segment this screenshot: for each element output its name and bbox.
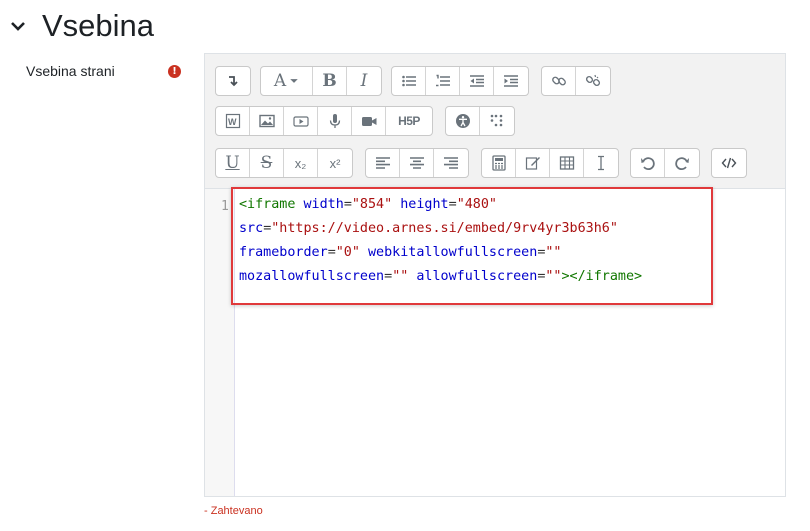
redo-icon (675, 157, 689, 170)
special-character-button[interactable] (516, 149, 550, 177)
word-icon: W (225, 113, 240, 129)
align-right-icon (444, 157, 458, 169)
paragraph-styles-button[interactable]: A (261, 67, 313, 95)
code-icon (721, 157, 737, 169)
subscript-button[interactable]: x₂ (284, 149, 318, 177)
braille-icon (490, 114, 503, 127)
required-note: - Zahtevano (204, 505, 263, 517)
superscript-icon: x² (329, 155, 341, 171)
toolbar-group-insert (481, 148, 619, 178)
field-label: Vsebina strani (26, 63, 115, 79)
toolbar-group-style: A B I (260, 66, 382, 96)
edit-icon (525, 157, 540, 170)
highlight-annotation-box (231, 187, 713, 305)
toolbar-group-accessibility (445, 106, 515, 136)
indent-icon (504, 75, 518, 87)
subscript-icon: x₂ (294, 155, 307, 171)
ordered-list-button[interactable] (426, 67, 460, 95)
unlink-icon (585, 74, 601, 87)
italic-icon: I (360, 71, 368, 91)
bold-button[interactable]: B (313, 67, 347, 95)
link-button[interactable] (542, 67, 576, 95)
unlink-button[interactable] (576, 67, 610, 95)
microphone-icon (329, 114, 340, 128)
line-number: 1 (221, 199, 229, 214)
link-icon (551, 76, 566, 86)
toolbar-group-html (711, 148, 747, 178)
accessibility-icon (455, 114, 470, 128)
section-title: Vsebina (42, 8, 155, 43)
html-source-button[interactable] (712, 149, 746, 177)
video-camera-icon (361, 117, 376, 126)
outdent-button[interactable] (460, 67, 494, 95)
caret-down-icon (290, 79, 298, 83)
undo-icon (640, 157, 655, 170)
image-button[interactable] (250, 107, 284, 135)
align-center-button[interactable] (400, 149, 434, 177)
underline-button[interactable]: U (216, 149, 250, 177)
align-left-button[interactable] (366, 149, 400, 177)
screenreader-helper-button[interactable] (480, 107, 514, 135)
required-icon: ! (168, 65, 181, 78)
align-right-button[interactable] (434, 149, 468, 177)
superscript-button[interactable]: x² (318, 149, 352, 177)
unordered-list-button[interactable] (392, 67, 426, 95)
section-header[interactable]: Vsebina (8, 6, 154, 46)
undo-button[interactable] (631, 149, 665, 177)
strikethrough-icon: S (260, 153, 273, 173)
align-center-icon (409, 157, 424, 169)
record-video-button[interactable] (352, 107, 386, 135)
toolbar-group-history (630, 148, 700, 178)
accessibility-checker-button[interactable] (446, 107, 480, 135)
table-button[interactable] (550, 149, 584, 177)
toolbar-group-media: W H5P (215, 106, 433, 136)
h5p-icon: H5P (398, 114, 420, 128)
outdent-icon (469, 75, 484, 87)
toolbar-group-format: U S x₂ x² (215, 148, 353, 178)
toolbar-toggle-button[interactable] (216, 67, 250, 95)
redo-button[interactable] (665, 149, 699, 177)
toolbar-group-lists (391, 66, 529, 96)
underline-icon: U (225, 153, 240, 173)
clear-formatting-button[interactable] (584, 149, 618, 177)
text-cursor-icon (598, 155, 604, 171)
film-icon (292, 116, 309, 127)
image-icon (258, 114, 275, 128)
bullet-list-icon (401, 75, 416, 87)
svg-text:W: W (228, 117, 237, 127)
media-button[interactable] (284, 107, 318, 135)
align-left-icon (375, 157, 390, 169)
equation-button[interactable] (482, 149, 516, 177)
numbered-list-icon (435, 74, 450, 87)
indent-button[interactable] (494, 67, 528, 95)
bold-icon: B (322, 71, 337, 91)
strikethrough-button[interactable]: S (250, 149, 284, 177)
word-import-button[interactable]: W (216, 107, 250, 135)
font-icon: A (273, 71, 287, 91)
chevron-down-icon[interactable] (8, 11, 28, 41)
h5p-button[interactable]: H5P (386, 107, 432, 135)
editor-toolbar: A B I W H5P U S x₂ x² (205, 54, 785, 189)
toolbar-group-collapse (215, 66, 251, 96)
italic-button[interactable]: I (347, 67, 381, 95)
calculator-icon (491, 155, 506, 171)
toolbar-group-align (365, 148, 469, 178)
record-audio-button[interactable] (318, 107, 352, 135)
toggle-icon (229, 76, 238, 87)
toolbar-group-links (541, 66, 611, 96)
table-icon (559, 156, 574, 170)
